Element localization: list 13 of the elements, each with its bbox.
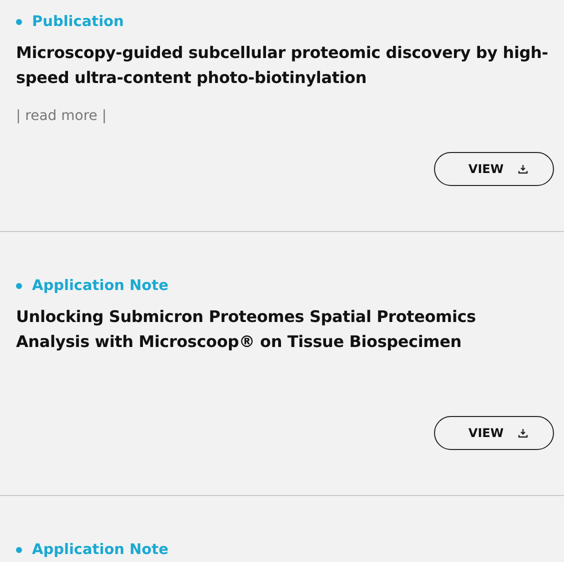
article-title: Microscopy-guided subcellular proteomic discovery by high-speed ultra-content photo-biotinylation	[16, 42, 550, 89]
bullet-icon	[16, 19, 22, 25]
article-title: Unlocking Submicron Proteomes Spatial Proteomics Analysis with Microscoop® on Tissue Biospecimen	[16, 306, 477, 353]
download-icon	[518, 428, 528, 438]
view-button[interactable]: VIEW	[434, 152, 554, 186]
category-label: Publication	[32, 14, 124, 30]
read-more-link[interactable]: | read more |	[16, 108, 107, 124]
category-label: Application Note	[32, 542, 168, 558]
view-button[interactable]: VIEW	[434, 416, 554, 450]
bullet-icon	[16, 547, 22, 553]
bullet-icon	[16, 283, 22, 289]
download-icon	[518, 164, 528, 174]
category-label: Application Note	[32, 278, 168, 294]
